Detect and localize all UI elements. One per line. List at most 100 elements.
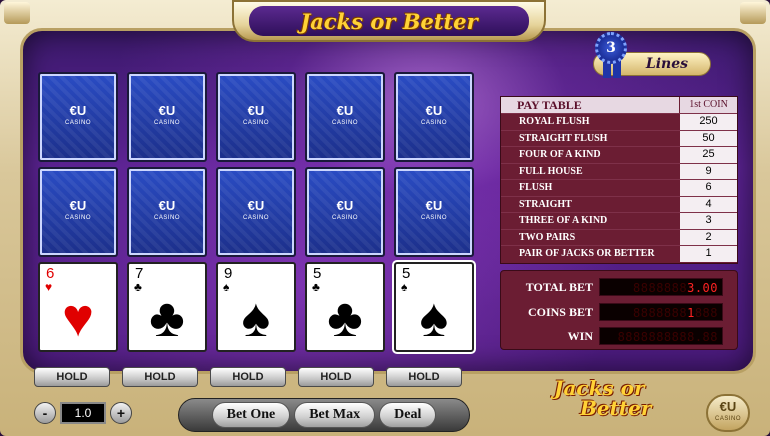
eu-badge-sub: CASINO bbox=[714, 416, 741, 422]
card-rank: 5 bbox=[313, 265, 322, 282]
card-rank: 7 bbox=[135, 265, 144, 282]
pay-table-row: FLUSH 6 bbox=[501, 179, 737, 196]
pay-table-payout: 50 bbox=[679, 130, 737, 146]
card-back-logo-sub: CASINO bbox=[420, 215, 447, 221]
pay-table-hand: STRAIGHT bbox=[519, 198, 572, 210]
pay-table-payout: 1 bbox=[679, 246, 737, 262]
pay-table-row: TWO PAIRS 2 bbox=[501, 228, 737, 245]
pay-table-payout: 4 bbox=[679, 196, 737, 212]
card-back-logo-mark: €U bbox=[158, 103, 176, 118]
pay-table-payout: 25 bbox=[679, 147, 737, 163]
card-back: €U CASINO bbox=[394, 72, 474, 162]
hold-button-2[interactable]: HOLD bbox=[122, 367, 198, 387]
playing-card[interactable]: 5 ♣ ♣ bbox=[305, 262, 385, 352]
pay-table-payout: 250 bbox=[679, 114, 737, 130]
card-suit-icon: ♥ bbox=[61, 288, 95, 348]
lines-badge: Lines 3 bbox=[573, 32, 713, 92]
lines-count: 3 bbox=[606, 40, 616, 56]
card-back-logo-mark: €U bbox=[158, 198, 176, 213]
card-back-logo-sub: CASINO bbox=[420, 120, 447, 126]
card-back-logo-mark: €U bbox=[247, 103, 265, 118]
playing-card[interactable]: 6 ♥ ♥ bbox=[38, 262, 118, 352]
card-suit-icon: ♠ bbox=[419, 288, 449, 348]
pay-table-payout: 2 bbox=[679, 229, 737, 245]
coins-bet-row: COINS BET 88888881888 bbox=[501, 302, 739, 322]
hold-button-3[interactable]: HOLD bbox=[210, 367, 286, 387]
pay-table-hand: TWO PAIRS bbox=[519, 231, 576, 243]
card-back-logo: €U CASINO bbox=[64, 199, 91, 224]
total-bet-row: TOTAL BET 88888883.00 bbox=[501, 277, 739, 297]
card-back-logo-mark: €U bbox=[69, 103, 87, 118]
eu-casino-logo-text: €U CASINO bbox=[714, 400, 741, 425]
pay-table-title: PAY TABLE bbox=[517, 98, 582, 112]
card-back-row-1: €U CASINO €U CASINO €U CASINO €U CASINO €U CASINO bbox=[38, 72, 474, 162]
hold-button-5[interactable]: HOLD bbox=[386, 367, 462, 387]
pay-table-row: STRAIGHT 4 bbox=[501, 195, 737, 212]
card-back-logo-mark: €U bbox=[247, 198, 265, 213]
title-banner: Jacks or Better bbox=[249, 6, 529, 36]
playing-card[interactable]: 5 ♠ ♠ bbox=[392, 260, 476, 354]
card-back-logo-sub: CASINO bbox=[153, 215, 180, 221]
hold-button-1[interactable]: HOLD bbox=[34, 367, 110, 387]
pay-table-row: ROYAL FLUSH 250 bbox=[501, 113, 737, 130]
win-row: WIN 8888888888.88 bbox=[501, 326, 739, 346]
pay-table: PAY TABLE 1st COIN ROYAL FLUSH 250 STRAIGH… bbox=[500, 96, 738, 264]
coin-value-control: - 1.0 + bbox=[34, 402, 132, 424]
coins-bet-display: 88888881888 bbox=[599, 303, 723, 321]
pay-table-header: PAY TABLE 1st COIN bbox=[501, 97, 737, 113]
card-suit-icon: ♣ bbox=[327, 288, 363, 348]
win-display: 8888888888.88 bbox=[599, 327, 723, 345]
card-back-logo: €U CASINO bbox=[64, 103, 91, 129]
coin-increase-button[interactable]: + bbox=[110, 402, 132, 424]
card-back-logo: €U CASINO bbox=[420, 198, 447, 224]
total-bet-value: 3.00 bbox=[687, 281, 718, 295]
pay-table-payout: 9 bbox=[679, 163, 737, 179]
card-rank: 5 bbox=[402, 265, 411, 282]
game-title: Jacks or Better bbox=[300, 8, 478, 34]
pay-table-row: FOUR OF A KIND 25 bbox=[501, 146, 737, 163]
pay-table-coin-header: 1st COIN bbox=[679, 97, 737, 113]
card-rank: 9 bbox=[224, 265, 233, 282]
card-back-row-2: €U CASINO €U CASINO €U CASINO €U CASINO €U CASINO bbox=[38, 167, 474, 257]
hold-buttons: HOLD HOLD HOLD HOLD HOLD bbox=[34, 367, 462, 387]
pay-table-hand: THREE OF A KIND bbox=[519, 215, 608, 226]
coins-bet-value: 1 bbox=[687, 306, 695, 320]
card-back-logo-sub: CASINO bbox=[64, 120, 91, 126]
game-logo-line-2: Better bbox=[580, 396, 652, 420]
frame-corner-right bbox=[740, 2, 766, 24]
card-back-logo: €U CASINO bbox=[331, 199, 358, 224]
lines-label: Lines bbox=[645, 56, 688, 72]
card-back: €U CASINO bbox=[394, 167, 474, 257]
card-back-logo-mark: €U bbox=[425, 198, 443, 213]
hold-button-4[interactable]: HOLD bbox=[298, 367, 374, 387]
card-back-logo-sub: CASINO bbox=[64, 215, 91, 221]
card-back-logo: €U CASINO bbox=[332, 103, 358, 129]
pay-table-hand: FLUSH bbox=[519, 182, 553, 193]
deal-button[interactable]: Deal bbox=[379, 402, 437, 428]
bet-max-button[interactable]: Bet Max bbox=[294, 402, 376, 428]
pay-table-rows: ROYAL FLUSH 250 STRAIGHT FLUSH 50 FOUR OF A … bbox=[501, 113, 737, 262]
card-back-logo-sub: CASINO bbox=[242, 120, 269, 126]
card-back-logo-mark: €U bbox=[336, 103, 354, 118]
card-back: €U CASINO bbox=[127, 72, 207, 162]
coin-decrease-button[interactable]: - bbox=[34, 402, 56, 424]
lines-count-rosette-icon: 3 bbox=[595, 32, 627, 64]
card-back: €U CASINO bbox=[216, 167, 296, 257]
pay-table-hand: ROYAL FLUSH bbox=[519, 116, 590, 127]
card-back-logo-sub: CASINO bbox=[153, 120, 180, 126]
card-back-logo: €U CASINO bbox=[420, 104, 447, 129]
card-suit-icon: ♣ bbox=[149, 288, 185, 348]
card-suit-icon: ♠ bbox=[241, 288, 271, 348]
coin-value-display: 1.0 bbox=[60, 402, 106, 424]
card-back-logo-sub: CASINO bbox=[331, 215, 358, 221]
card-back-logo: €U CASINO bbox=[153, 103, 180, 129]
card-back: €U CASINO bbox=[305, 72, 385, 162]
frame-corner-left bbox=[4, 2, 30, 24]
playing-card[interactable]: 9 ♠ ♠ bbox=[216, 262, 296, 352]
bet-one-button[interactable]: Bet One bbox=[211, 402, 291, 428]
coins-bet-label: COINS BET bbox=[527, 304, 593, 319]
card-back-logo: €U CASINO bbox=[242, 103, 269, 129]
total-bet-display: 88888883.00 bbox=[599, 278, 723, 296]
pay-table-row: THREE OF A KIND 3 bbox=[501, 212, 737, 229]
playing-card[interactable]: 7 ♣ ♣ bbox=[127, 262, 207, 352]
